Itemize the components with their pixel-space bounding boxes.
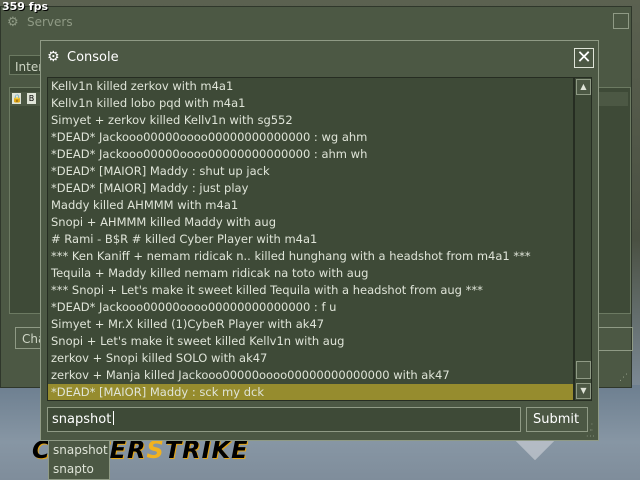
command-input[interactable]: snapshot xyxy=(47,407,521,432)
log-line: # Rami - B$R # killed Cyber Player with … xyxy=(51,232,318,246)
scroll-up-icon[interactable]: ▲ xyxy=(576,79,591,95)
log-line: *DEAD* [MAIOR] Maddy : sck my dck xyxy=(48,384,573,400)
autocomplete-item[interactable]: snapshot xyxy=(49,441,109,460)
log-line: Maddy killed AHMMM with m4a1 xyxy=(51,198,239,212)
scroll-down-icon[interactable]: ▼ xyxy=(576,383,591,399)
text-caret xyxy=(113,411,115,425)
resize-grip-icon[interactable]: ⋰ xyxy=(619,373,628,383)
log-line: Snopi + AHMMM killed Maddy with aug xyxy=(51,215,276,229)
connect-button[interactable] xyxy=(597,327,633,351)
console-title: Console xyxy=(67,50,119,65)
resize-grip-icon[interactable]: · ·· · · · xyxy=(586,421,595,441)
log-line: *DEAD* [MAIOR] Maddy : just play xyxy=(51,181,249,195)
log-line: *DEAD* [MAIOR] Maddy : shut up jack xyxy=(51,164,270,178)
log-line: Kellv1n killed zerkov with m4a1 xyxy=(51,79,234,93)
steam-icon: ⚙ xyxy=(47,49,60,65)
console-log[interactable]: Kellv1n killed zerkov with m4a1 Kellv1n k… xyxy=(47,77,574,401)
steam-icon: ⚙ xyxy=(7,15,19,30)
console-window: ⚙ Console ✕ Kellv1n killed zerkov with m… xyxy=(40,40,599,441)
autocomplete-item[interactable]: snapto xyxy=(49,460,109,479)
log-line: Tequila + Maddy killed nemam ridicak na … xyxy=(51,266,369,280)
log-line: *DEAD* Jackooo00000oooo00000000000000 : … xyxy=(51,130,368,144)
log-scrollbar[interactable]: ▲ ▼ xyxy=(574,77,592,401)
servers-title: Servers xyxy=(27,15,73,29)
log-line: zerkov + Snopi killed SOLO with ak47 xyxy=(51,351,268,365)
log-line: Simyet + zerkov killed Kellv1n with sg55… xyxy=(51,113,293,127)
log-line: *** Ken Kaniff + nemam ridicak n.. kille… xyxy=(51,249,531,263)
autocomplete-dropdown[interactable]: snapshot snapto xyxy=(48,441,110,480)
fps-counter: 359 fps xyxy=(2,0,48,13)
close-button[interactable]: ✕ xyxy=(574,48,594,68)
close-icon[interactable]: ✕ xyxy=(576,47,591,68)
log-line: Simyet + Mr.X killed (1)CybeR Player wit… xyxy=(51,317,325,331)
log-line: zerkov + Manja killed Jackooo00000oooo00… xyxy=(51,368,450,382)
lock-icon[interactable]: 🔒 xyxy=(12,93,22,104)
log-line: Snopi + Let's make it sweet killed Kellv… xyxy=(51,334,345,348)
scrollbar-thumb[interactable] xyxy=(576,361,591,379)
log-line: *** Snopi + Let's make it sweet killed T… xyxy=(51,283,483,297)
bot-icon[interactable]: B xyxy=(27,93,36,104)
log-line: *DEAD* Jackooo00000oooo00000000000000 : … xyxy=(51,300,337,314)
log-line: Kellv1n killed lobo pqd with m4a1 xyxy=(51,96,246,110)
servers-close-button[interactable] xyxy=(613,13,629,29)
submit-button[interactable]: Submit xyxy=(526,407,588,432)
log-line: *DEAD* Jackooo00000oooo00000000000000 : … xyxy=(51,147,368,161)
